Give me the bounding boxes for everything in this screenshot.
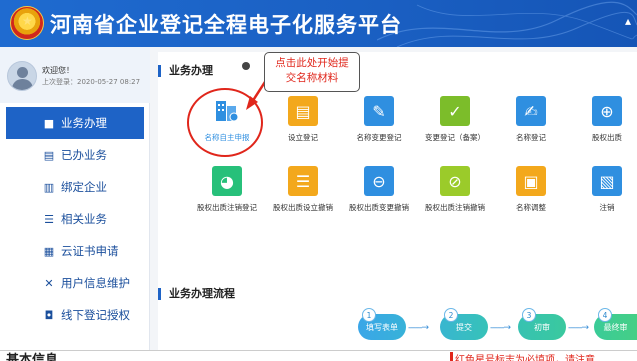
tile-label: 股权出质注销登记 [197, 203, 257, 212]
flow-step-number: 2 [444, 308, 458, 322]
equity-icon: ⊕ [592, 96, 622, 126]
certificate-icon: ▦ [43, 244, 55, 258]
tile-equity-cancel-reg[interactable]: ◕ 股权出质注销登记 [190, 166, 264, 213]
tile-equity-cancel-revoke[interactable]: ⊘ 股权出质注销撤销 [418, 166, 492, 213]
tile-label: 设立登记 [288, 133, 318, 142]
list-cancel-icon: ☰ [288, 166, 318, 196]
sidebar-item-label: 相关业务 [61, 212, 107, 226]
tile-label: 名称登记 [516, 133, 546, 142]
sidebar: 欢迎您！ 上次登录：2020-05-27 08:27 ■ 业务办理 ▤ 已办业务… [0, 47, 150, 361]
tile-equity-setup-revoke[interactable]: ☰ 股权出质设立撤销 [266, 166, 340, 213]
tile-equity-change-revoke[interactable]: ⊖ 股权出质变更撤销 [342, 166, 416, 213]
sidebar-item-offline-auth[interactable]: ◘ 线下登记授权 [0, 299, 150, 331]
note-marker [450, 352, 453, 361]
pen-doc-icon: ✍ [516, 96, 546, 126]
instruction-callout: 点击此处开始提 交名称材料 [264, 52, 360, 92]
tile-name-change[interactable]: ✎ 名称变更登记 [342, 96, 416, 143]
page: ★ 河南省企业登记全程电子化服务平台 ▴ 欢迎您！ 上次登录：2020-05-2… [0, 0, 637, 361]
avatar [7, 61, 37, 91]
tile-label: 变更登记（备案） [425, 133, 485, 142]
tile-label: 名称调整 [516, 203, 546, 212]
flow-arrow: ------→ [490, 323, 511, 333]
tile-cancel[interactable]: ▧ 注销 [570, 166, 637, 213]
required-note: 红色星号标志为必填项，请注意 [455, 355, 595, 361]
section-title-flow: 业务办理流程 [158, 288, 235, 300]
tile-change-record[interactable]: ✓ 变更登记（备案） [418, 96, 492, 143]
user-profile: 欢迎您！ 上次登录：2020-05-27 08:27 [0, 47, 150, 103]
sidebar-item-label: 线下登记授权 [61, 308, 130, 322]
tile-label: 注销 [599, 203, 615, 212]
sidebar-item-business[interactable]: ■ 业务办理 [6, 107, 144, 139]
basic-info-heading: 基本信息 [6, 353, 59, 361]
check-circle-icon: ⊘ [440, 166, 470, 196]
sidebar-item-label: 业务办理 [61, 116, 107, 130]
flow-step-label: 填写表单 [366, 322, 398, 332]
tools-icon: ✕ [44, 276, 54, 290]
tile-name-adjust[interactable]: ▣ 名称调整 [494, 166, 568, 213]
callout-line-1: 点击此处开始提 [275, 57, 349, 69]
cancel-doc-icon: ▧ [592, 166, 622, 196]
flow-step-label: 初审 [534, 322, 550, 332]
adjust-doc-icon: ▣ [516, 166, 546, 196]
tile-label: 名称变更登记 [356, 133, 402, 142]
lock-icon: ◘ [44, 308, 54, 322]
flow-arrow: ------→ [408, 323, 429, 333]
bottom-strip: 基本信息 红色星号标志为必填项，请注意 [0, 350, 637, 361]
site-title: 河南省企业登记全程电子化服务平台 [50, 13, 402, 37]
flow-arrow: ------→ [568, 323, 589, 333]
sidebar-item-related[interactable]: ☰ 相关业务 [0, 203, 150, 235]
tile-label: 股权出质注销撤销 [425, 203, 485, 212]
flow-step-number: 4 [598, 308, 612, 322]
top-header: ★ 河南省企业登记全程电子化服务平台 ▴ [0, 0, 637, 47]
tile-label: 股权出质 [592, 133, 622, 142]
sidebar-item-label: 云证书申请 [61, 244, 119, 258]
user-menu-icon[interactable]: ▴ [625, 14, 631, 28]
flow-step-label: 提交 [456, 322, 472, 332]
sidebar-item-bind-company[interactable]: ▥ 绑定企业 [0, 171, 150, 203]
clipboard-icon: ▤ [288, 96, 318, 126]
tile-name-register[interactable]: ✍ 名称登记 [494, 96, 568, 143]
edit-doc-icon: ✎ [364, 96, 394, 126]
section-title-business: 业务办理 [158, 65, 213, 77]
pie-chart-icon: ◕ [212, 166, 242, 196]
document-icon: ▤ [43, 148, 55, 162]
sidebar-item-completed[interactable]: ▤ 已办业务 [0, 139, 150, 171]
sidebar-item-label: 用户信息维护 [61, 276, 130, 290]
header-decoration [377, 1, 637, 47]
sidebar-item-label: 已办业务 [61, 148, 107, 162]
callout-line-2: 交名称材料 [285, 72, 339, 84]
flow-step-number: 3 [522, 308, 536, 322]
sidebar-item-label: 绑定企业 [61, 180, 107, 194]
flow-step-number: 1 [362, 308, 376, 322]
sidebar-item-user-info[interactable]: ✕ 用户信息维护 [0, 267, 150, 299]
tile-label: 股权出质变更撤销 [349, 203, 409, 212]
tile-equity[interactable]: ⊕ 股权出质 [570, 96, 637, 143]
briefcase-icon: ■ [43, 116, 55, 130]
clipboard-check-icon: ✓ [440, 96, 470, 126]
tile-label: 股权出质设立撤销 [273, 203, 333, 212]
list-icon: ☰ [44, 212, 54, 226]
building-icon: ▥ [43, 180, 55, 194]
national-emblem-icon: ★ [10, 6, 44, 40]
welcome-text: 欢迎您！ [42, 66, 74, 75]
flow-step-label: 最终审 [603, 322, 628, 332]
minus-circle-icon: ⊖ [364, 166, 394, 196]
last-login-text: 上次登录：2020-05-27 08:27 [42, 78, 141, 86]
sidebar-item-cloud-cert[interactable]: ▦ 云证书申请 [0, 235, 150, 267]
